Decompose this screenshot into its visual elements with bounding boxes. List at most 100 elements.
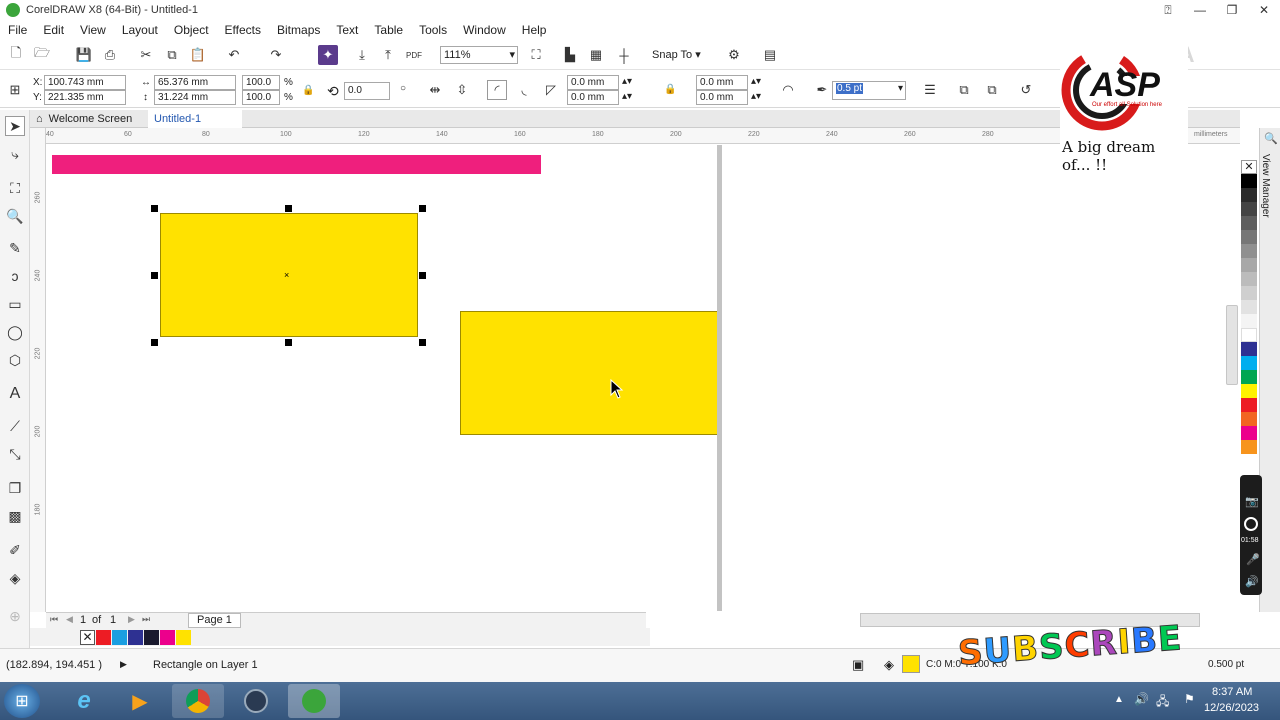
redo-icon[interactable]: ↷	[266, 45, 286, 65]
relative-corner-scaling-icon[interactable]: ◠	[778, 80, 798, 100]
action-center-icon[interactable]: ⚑	[1184, 692, 1195, 706]
paste-icon[interactable]: 📋	[188, 45, 208, 65]
scale-x-field[interactable]: 100.0	[242, 75, 280, 90]
color-swatch[interactable]	[1241, 202, 1257, 216]
search-content-icon[interactable]: ✦	[318, 45, 338, 65]
color-swatch[interactable]	[1241, 216, 1257, 230]
color-proof-icon[interactable]: ▣	[852, 657, 864, 673]
selection-handle[interactable]	[151, 272, 158, 279]
scale-y-field[interactable]: 100.0	[242, 90, 280, 105]
object-origin-icon[interactable]: ⊞	[5, 80, 25, 100]
color-swatch[interactable]	[1241, 398, 1257, 412]
volume-icon[interactable]: 🔊	[1134, 692, 1149, 706]
cut-icon[interactable]: ✂	[136, 45, 156, 65]
color-swatch[interactable]	[1241, 426, 1257, 440]
x-position-field[interactable]: 100.743 mm	[44, 75, 126, 90]
convert-to-curves-icon[interactable]: ↺	[1016, 80, 1036, 100]
ellipse-tool-icon[interactable]: ◯	[5, 322, 25, 342]
freehand-tool-icon[interactable]: ✎	[5, 238, 25, 258]
color-swatch[interactable]	[1241, 244, 1257, 258]
rotation-angle-field[interactable]: 0.0	[344, 82, 390, 100]
outline-width-select[interactable]: 0.5 pt ▾	[832, 81, 906, 100]
parallel-dimension-icon[interactable]: ⟋	[5, 416, 25, 436]
chrome-icon[interactable]	[172, 684, 224, 718]
eyedropper-tool-icon[interactable]: ✐	[5, 540, 25, 560]
crop-tool-icon[interactable]: ⛶	[5, 178, 25, 198]
corner-radius-bottom-right[interactable]: 0.0 mm	[696, 90, 748, 105]
copy-icon[interactable]: ⧉	[162, 45, 182, 65]
full-screen-preview-icon[interactable]: ⛶	[526, 45, 546, 65]
menu-view[interactable]: View	[72, 23, 114, 37]
scalloped-corner-icon[interactable]: ◟	[514, 80, 534, 100]
undo-icon[interactable]: ↶	[224, 45, 244, 65]
vertical-ruler[interactable]: 260 240 220 200 180	[30, 128, 46, 612]
vertical-scrollbar[interactable]	[1226, 305, 1238, 385]
view-manager-tab[interactable]: View Manager	[1260, 154, 1271, 218]
selection-handle[interactable]	[151, 205, 158, 212]
zoom-level-select[interactable]: 111% ▾	[440, 46, 518, 64]
pink-bar-shape[interactable]	[52, 155, 541, 174]
chamfered-corner-icon[interactable]: ◸	[541, 80, 561, 100]
open-folder-icon[interactable]: 🗁	[32, 45, 52, 65]
menu-bitmaps[interactable]: Bitmaps	[269, 23, 328, 37]
close-button[interactable]: ✕	[1248, 0, 1280, 20]
tab-page-1[interactable]: Page 1	[188, 613, 241, 628]
save-icon[interactable]: 💾	[74, 45, 94, 65]
to-back-icon[interactable]: ⧉	[982, 80, 1002, 100]
export-icon[interactable]: ⤒	[378, 45, 398, 65]
recorder-app-icon[interactable]	[230, 684, 282, 718]
help-icon[interactable]: ⍰	[1152, 0, 1184, 20]
menu-layout[interactable]: Layout	[114, 23, 166, 37]
color-swatch[interactable]	[1241, 272, 1257, 286]
selection-handle[interactable]	[285, 205, 292, 212]
color-swatch[interactable]	[1241, 300, 1257, 314]
menu-text[interactable]: Text	[328, 23, 366, 37]
coreldraw-taskbar-icon[interactable]	[288, 684, 340, 718]
color-swatch[interactable]	[1241, 174, 1257, 188]
spin-arrows-icon-4[interactable]: ▴▾	[751, 91, 761, 102]
transparency-tool-icon[interactable]: ▩	[5, 506, 25, 526]
media-player-icon[interactable]: ▶	[114, 684, 166, 718]
restore-button[interactable]: ❐	[1216, 0, 1248, 20]
color-swatch[interactable]	[1241, 230, 1257, 244]
wrap-text-icon[interactable]: ☰	[920, 80, 940, 100]
new-document-icon[interactable]: 🗋	[6, 45, 26, 65]
microphone-icon[interactable]: 🎤	[1246, 553, 1260, 566]
shape-tool-icon[interactable]: ⤷	[5, 144, 25, 164]
color-swatch[interactable]	[144, 630, 159, 645]
network-icon[interactable]: 🖧	[1156, 692, 1169, 713]
spin-arrows-icon-3[interactable]: ▴▾	[751, 76, 761, 87]
show-guidelines-icon[interactable]: ┼	[614, 45, 634, 65]
color-swatch[interactable]	[160, 630, 175, 645]
application-launcher-icon[interactable]: ▤	[760, 45, 780, 65]
first-page-icon[interactable]: ⏮	[50, 614, 58, 625]
color-swatch[interactable]	[1241, 314, 1257, 328]
fill-color-swatch[interactable]	[902, 655, 920, 673]
y-position-field[interactable]: 221.335 mm	[44, 90, 126, 105]
color-swatch[interactable]	[128, 630, 143, 645]
color-swatch[interactable]	[1241, 188, 1257, 202]
width-field[interactable]: 65.376 mm	[154, 75, 236, 90]
color-swatch[interactable]	[96, 630, 111, 645]
to-front-icon[interactable]: ⧉	[954, 80, 974, 100]
yellow-rectangle[interactable]	[460, 311, 718, 435]
corner-radius-bottom-left[interactable]: 0.0 mm	[567, 90, 619, 105]
options-gear-icon[interactable]: ⚙	[724, 45, 744, 65]
color-swatch[interactable]	[1241, 286, 1257, 300]
selection-handle[interactable]	[419, 339, 426, 346]
color-palette[interactable]: ✕	[1241, 160, 1257, 480]
selection-handle[interactable]	[419, 272, 426, 279]
spin-arrows-icon-2[interactable]: ▴▾	[622, 91, 632, 102]
lock-ratio-icon[interactable]: 🔒	[302, 85, 314, 96]
selection-handle[interactable]	[151, 339, 158, 346]
drawing-canvas[interactable]: ×	[47, 145, 1240, 611]
publish-pdf-icon[interactable]: PDF	[404, 45, 424, 65]
interactive-fill-icon[interactable]: ◈	[5, 568, 25, 588]
snap-to-dropdown[interactable]: Snap To ▾	[652, 48, 701, 61]
menu-tools[interactable]: Tools	[411, 23, 455, 37]
color-swatch[interactable]	[1241, 384, 1257, 398]
docker-search-icon[interactable]: 🔍	[1264, 132, 1278, 145]
color-swatch[interactable]	[1241, 342, 1257, 356]
corner-radius-top-right[interactable]: 0.0 mm	[696, 75, 748, 90]
print-icon[interactable]: ⎙	[100, 45, 120, 65]
